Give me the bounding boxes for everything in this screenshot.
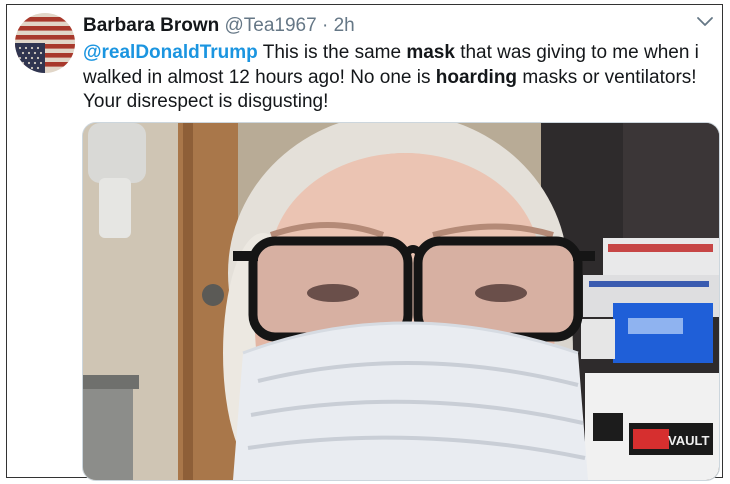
selfie-photo: VAULT — [83, 123, 719, 480]
tweet-menu-button[interactable] — [696, 15, 714, 29]
tweet-photo[interactable]: VAULT — [82, 122, 720, 481]
tweet-text: @realDonaldTrump This is the same mask t… — [83, 41, 713, 115]
text-segment: This is the same — [257, 42, 407, 63]
tweet-header: Barbara Brown @Tea1967 · 2h — [83, 15, 355, 37]
tweet-card: Barbara Brown @Tea1967 · 2h @realDonaldT… — [6, 4, 723, 481]
avatar[interactable] — [15, 13, 75, 73]
timestamp[interactable]: 2h — [334, 15, 355, 36]
chevron-down-icon — [697, 17, 713, 26]
separator-dot: · — [321, 15, 329, 36]
bin-label: VAULT — [668, 433, 709, 448]
highlight-word: mask — [406, 42, 455, 63]
author-handle[interactable]: @Tea1967 — [224, 15, 316, 36]
mention-link[interactable]: @realDonaldTrump — [83, 42, 258, 63]
flag-avatar-icon — [15, 13, 75, 73]
highlight-word: hoarding — [435, 66, 518, 88]
author-name[interactable]: Barbara Brown — [83, 15, 219, 36]
